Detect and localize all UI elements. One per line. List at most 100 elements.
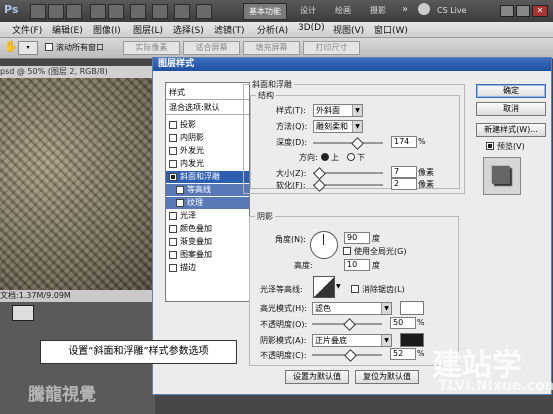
fill-screen-button[interactable]: 填充屏幕 [243, 41, 300, 55]
chevron-down-icon[interactable]: ▼ [336, 283, 341, 290]
style-item-checkbox[interactable] [176, 198, 184, 207]
tool-preset-picker[interactable]: ▾ [18, 41, 38, 55]
technique-select[interactable]: 雕刻柔和 ▼ [313, 120, 363, 133]
size-input[interactable]: 7 [391, 166, 417, 178]
angle-dial[interactable] [310, 231, 338, 259]
extras-icon[interactable] [66, 4, 82, 19]
shadow-mode-select[interactable]: 正片叠底 ▼ [312, 334, 392, 347]
scroll-all-checkbox[interactable] [45, 43, 53, 51]
workspace-design[interactable]: 设计 [295, 3, 321, 18]
style-item-checkbox[interactable] [169, 237, 177, 246]
style-item-checkbox[interactable] [169, 224, 177, 233]
menu-layer[interactable]: 图层(L) [133, 23, 163, 36]
style-item[interactable]: 图案叠加 [166, 249, 249, 261]
direction-up-radio[interactable] [321, 153, 329, 161]
style-item[interactable]: 内发光 [166, 158, 249, 170]
angle-input[interactable]: 90 [344, 232, 370, 244]
preview-checkbox[interactable] [486, 142, 494, 150]
style-item-checkbox[interactable] [169, 133, 177, 142]
style-item-checkbox[interactable] [169, 120, 177, 129]
shadow-opacity-knob[interactable] [344, 349, 357, 362]
minibridge-icon[interactable] [48, 4, 64, 19]
shadow-opacity-label: 不透明度(C): [260, 351, 307, 360]
style-item-checkbox[interactable] [169, 263, 177, 272]
close-icon[interactable]: ✕ [532, 5, 548, 17]
style-select[interactable]: 外斜面 ▼ [313, 104, 363, 117]
style-item[interactable]: 颜色叠加 [166, 223, 249, 235]
dialog-title-bar[interactable]: 图层样式 [153, 58, 551, 71]
layer-thumbnail[interactable] [12, 305, 34, 321]
blend-options-item[interactable]: 混合选项:默认 [166, 102, 249, 115]
actual-pixels-button[interactable]: 实际像素 [123, 41, 180, 55]
cs-live-icon[interactable] [418, 3, 430, 15]
highlight-color-swatch[interactable] [400, 301, 424, 315]
document-canvas[interactable] [0, 78, 155, 290]
menu-image[interactable]: 图像(I) [93, 23, 121, 36]
shadow-opacity-input[interactable]: 52 [390, 348, 416, 360]
style-item[interactable]: 外发光 [166, 145, 249, 157]
hand-tool-icon[interactable] [90, 4, 106, 19]
style-item[interactable]: 等高线 [166, 184, 249, 196]
hand-tool-icon[interactable]: ✋ [4, 41, 18, 53]
style-item[interactable]: 内阴影 [166, 132, 249, 144]
style-item[interactable]: 描边 [166, 262, 249, 274]
global-light-checkbox[interactable] [343, 247, 351, 255]
menu-window[interactable]: 窗口(W) [374, 23, 408, 36]
menu-filter[interactable]: 滤镜(T) [214, 23, 245, 36]
altitude-input[interactable]: 10 [344, 259, 370, 271]
depth-slider[interactable] [313, 142, 383, 144]
reset-default-button[interactable]: 复位为默认值 [355, 370, 419, 384]
highlight-mode-select[interactable]: 滤色 ▼ [312, 302, 392, 315]
style-item-checkbox[interactable] [169, 250, 177, 259]
zoom-tool-icon[interactable] [108, 4, 124, 19]
soften-slider-knob[interactable] [313, 179, 326, 192]
menu-edit[interactable]: 编辑(E) [52, 23, 83, 36]
rotate-view-icon[interactable] [130, 4, 146, 19]
highlight-opacity-input[interactable]: 50 [390, 317, 416, 329]
cs-live-button[interactable]: CS Live [432, 3, 472, 18]
ok-button[interactable]: 确定 [476, 84, 546, 98]
menu-analysis[interactable]: 分析(A) [257, 23, 288, 36]
style-item-checkbox[interactable] [169, 159, 177, 168]
screen-mode-menu-icon[interactable] [196, 4, 212, 19]
make-default-button[interactable]: 设置为默认值 [285, 370, 349, 384]
anti-alias-checkbox[interactable] [351, 285, 359, 293]
menu-file[interactable]: 文件(F) [12, 23, 42, 36]
maximize-button[interactable] [516, 5, 530, 17]
style-item-checkbox[interactable] [169, 172, 177, 181]
workspace-photography[interactable]: 摄影 [365, 3, 391, 18]
depth-slider-knob[interactable] [351, 137, 364, 150]
menu-select[interactable]: 选择(S) [173, 23, 204, 36]
menu-3d[interactable]: 3D(D) [298, 23, 325, 33]
style-item-checkbox[interactable] [169, 211, 177, 220]
style-item-checkbox[interactable] [169, 146, 177, 155]
fit-screen-button[interactable]: 适合屏幕 [183, 41, 240, 55]
gloss-contour-picker[interactable] [313, 276, 335, 298]
style-item[interactable]: 斜面和浮雕 [166, 171, 249, 183]
styles-header[interactable]: 样式 [166, 87, 249, 100]
style-item[interactable]: 纹理 [166, 197, 249, 209]
size-slider-knob[interactable] [313, 167, 326, 180]
shadow-color-swatch[interactable] [400, 333, 424, 347]
screen-mode-icon[interactable] [174, 4, 190, 19]
style-item[interactable]: 光泽 [166, 210, 249, 222]
soften-input[interactable]: 2 [391, 178, 417, 190]
workspace-more-icon[interactable]: » [402, 4, 414, 16]
workspace-essentials[interactable]: 基本功能 [243, 3, 287, 20]
arrange-docs-icon[interactable] [152, 4, 168, 19]
bridge-icon[interactable] [30, 4, 46, 19]
workspace-painting[interactable]: 绘画 [330, 3, 356, 18]
minimize-button[interactable] [500, 5, 514, 17]
direction-down-radio[interactable] [347, 153, 355, 161]
style-item[interactable]: 渐变叠加 [166, 236, 249, 248]
depth-input[interactable]: 174 [391, 136, 417, 148]
new-style-button[interactable]: 新建样式(W)... [476, 123, 546, 137]
print-size-button[interactable]: 打印尺寸 [303, 41, 360, 55]
style-item-checkbox[interactable] [176, 185, 184, 194]
cancel-button[interactable]: 取消 [476, 102, 546, 116]
highlight-opacity-knob[interactable] [343, 318, 356, 331]
angle-label: 角度(N): [275, 235, 306, 244]
style-item[interactable]: 投影 [166, 119, 249, 131]
menu-view[interactable]: 视图(V) [333, 23, 364, 36]
document-tab[interactable]: psd @ 50% (图层 2, RGB/8) [0, 66, 160, 78]
